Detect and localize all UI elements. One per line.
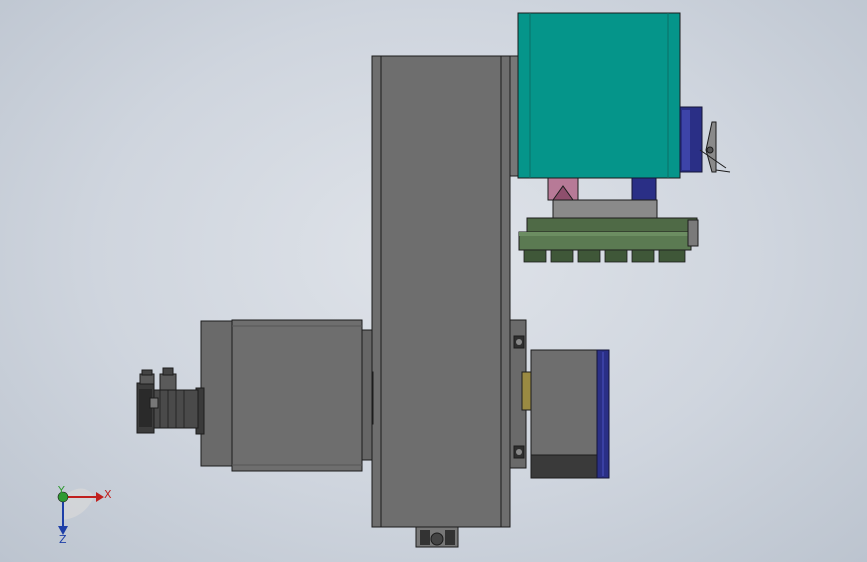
- gold-spacer: [521, 371, 532, 411]
- gearbox-body: [231, 319, 363, 472]
- axis-triad: X Y Z: [57, 484, 112, 546]
- rail-teeth: [523, 249, 686, 263]
- x-axis-label: X: [104, 488, 112, 501]
- servo-motor: [136, 367, 205, 435]
- teal-enclosure-assembly: [503, 12, 731, 263]
- gearbox-flange: [200, 320, 233, 467]
- navy-support: [631, 177, 657, 201]
- green-rail: [526, 217, 698, 233]
- side-module-body: [530, 349, 604, 456]
- motor-body: [151, 389, 199, 429]
- gearbox-housing: [200, 319, 373, 472]
- assembly-drawing: X Y Z: [57, 12, 731, 548]
- motor-connector-2: [159, 373, 177, 391]
- side-module-base: [530, 454, 604, 479]
- column-body: [371, 55, 511, 528]
- z-axis-label: Z: [59, 533, 67, 546]
- side-module: [521, 349, 610, 479]
- cad-viewport[interactable]: X Y Z: [0, 0, 867, 562]
- mount-plate: [552, 199, 658, 221]
- central-column: [363, 55, 527, 548]
- teal-enclosure: [517, 12, 681, 179]
- lever-mechanism: [699, 121, 731, 173]
- y-axis-label: Y: [57, 484, 65, 497]
